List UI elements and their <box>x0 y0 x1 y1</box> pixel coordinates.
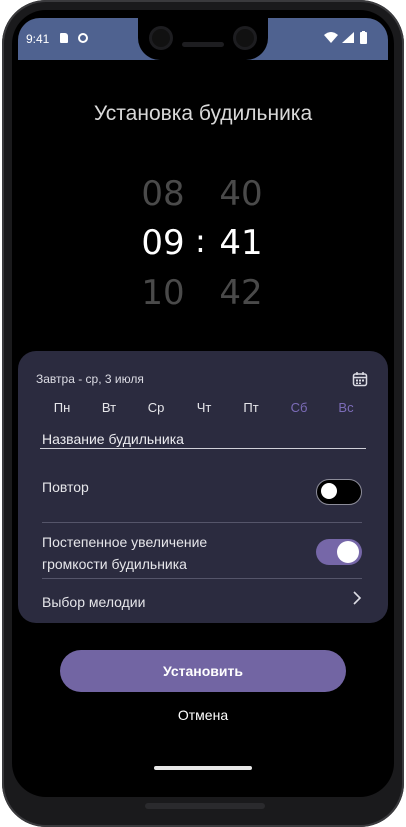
hour-next[interactable]: 10 <box>133 273 193 313</box>
alarm-settings-card: Завтра - ср, 3 июля Пн Вт Ср Чт Пт Сб Вс <box>18 351 388 623</box>
calendar-icon[interactable] <box>352 371 368 387</box>
chevron-right-icon[interactable] <box>352 590 362 606</box>
wifi-icon <box>324 32 338 43</box>
earpiece <box>182 42 224 47</box>
camera-notch <box>138 18 268 60</box>
signal-icon <box>342 32 354 43</box>
toggle-knob <box>321 482 337 499</box>
status-time: 9:41 <box>26 32 50 46</box>
time-separator: : <box>195 222 206 260</box>
minute-next[interactable]: 42 <box>211 273 271 313</box>
toggle-knob <box>337 541 359 563</box>
sd-card-icon <box>60 33 68 43</box>
home-indicator[interactable] <box>154 766 252 770</box>
sync-icon <box>78 33 88 43</box>
day-saturday[interactable]: Сб <box>279 400 319 415</box>
divider <box>42 578 362 579</box>
hour-prev[interactable]: 08 <box>133 174 193 214</box>
gradual-volume-toggle[interactable] <box>316 539 362 565</box>
day-tuesday[interactable]: Вт <box>89 400 129 415</box>
status-bar: 9:41 <box>18 18 388 60</box>
hour-selected[interactable]: 09 <box>133 223 193 263</box>
melody-label[interactable]: Выбор мелодии <box>42 594 145 610</box>
repeat-toggle[interactable] <box>316 479 362 505</box>
front-camera-icon <box>152 29 170 47</box>
battery-icon <box>360 31 367 44</box>
cancel-button[interactable]: Отмена <box>18 707 388 723</box>
repeat-label: Повтор <box>42 479 89 495</box>
minute-selected[interactable]: 41 <box>211 223 271 263</box>
gradual-volume-label-line1: Постепенное увеличение <box>42 534 208 550</box>
gradual-volume-label-line2: громкости будильника <box>42 556 187 572</box>
date-label: Завтра - ср, 3 июля <box>36 372 144 386</box>
page-title: Установка будильника <box>93 102 313 125</box>
day-sunday[interactable]: Вс <box>326 400 366 415</box>
set-alarm-button[interactable]: Установить <box>60 650 346 692</box>
phone-frame: 9:41 Установка будильника 08 09 10: 40 … <box>2 0 404 827</box>
divider <box>42 522 362 523</box>
weekday-selector: Пн Вт Ср Чт Пт Сб Вс <box>42 400 366 420</box>
day-monday[interactable]: Пн <box>42 400 82 415</box>
day-wednesday[interactable]: Ср <box>136 400 176 415</box>
alarm-name-input[interactable] <box>40 430 366 449</box>
day-thursday[interactable]: Чт <box>184 400 224 415</box>
day-friday[interactable]: Пт <box>231 400 271 415</box>
front-camera-icon <box>236 29 254 47</box>
minute-prev[interactable]: 40 <box>211 174 271 214</box>
bottom-speaker <box>145 803 265 809</box>
status-icons <box>324 31 367 44</box>
screen: 9:41 Установка будильника 08 09 10: 40 … <box>18 18 388 778</box>
